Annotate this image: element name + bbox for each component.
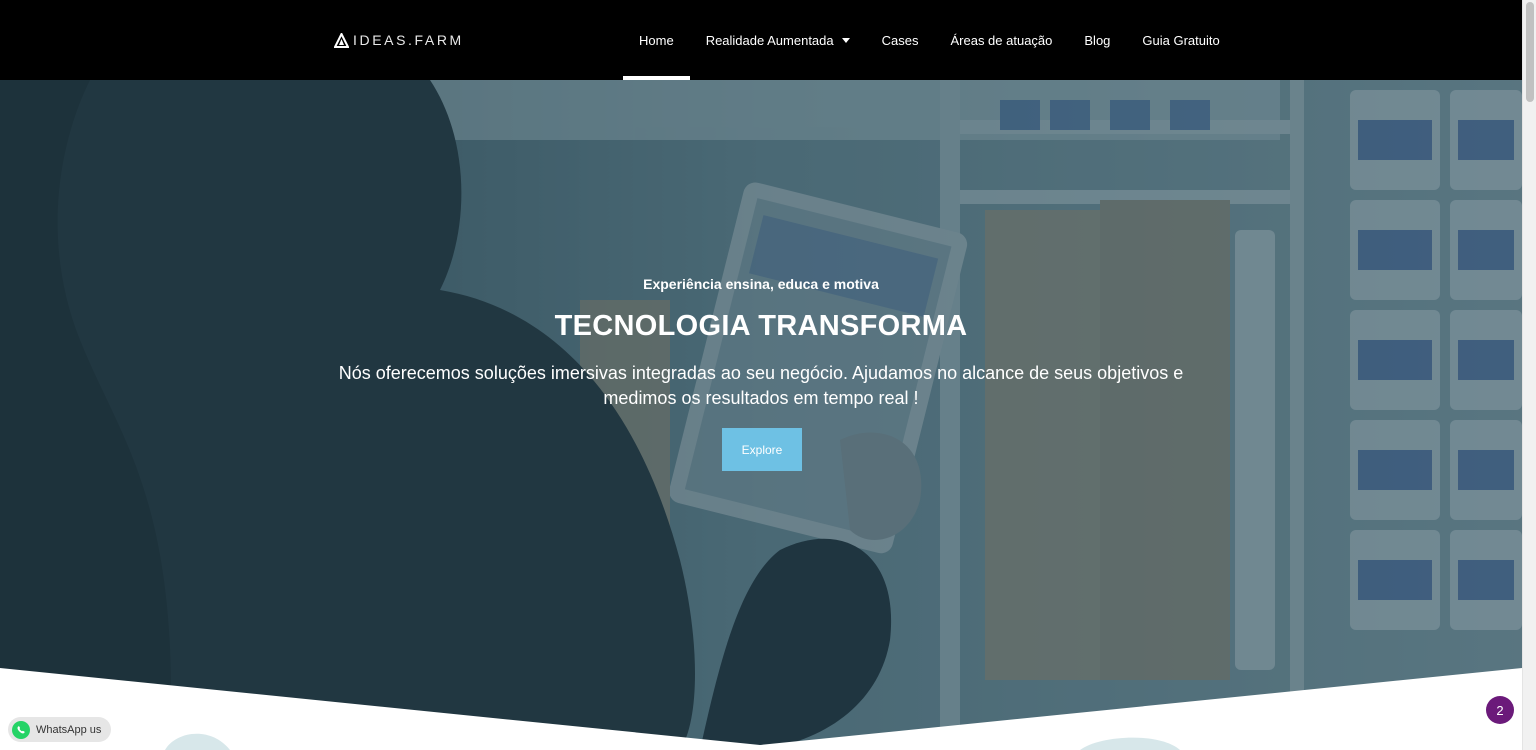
scrollbar-thumb[interactable] — [1526, 2, 1534, 102]
hero-background-image — [0, 80, 1522, 750]
page-scrollbar[interactable] — [1522, 0, 1536, 750]
caret-down-icon — [841, 38, 850, 43]
nav-label: Blog — [1084, 32, 1111, 48]
nav-item-home[interactable]: Home — [623, 0, 690, 80]
whatsapp-icon — [12, 720, 30, 739]
nav-label: Áreas de atuação — [950, 32, 1053, 48]
explore-button[interactable]: Explore — [722, 428, 802, 471]
nav-item-realidade-aumentada[interactable]: Realidade Aumentada — [690, 0, 866, 80]
whatsapp-button[interactable]: WhatsApp us — [8, 717, 112, 742]
hero-eyebrow: Experiência ensina, educa e motiva — [643, 276, 879, 292]
site-header: IDEAS.FARM Home Realidade Aumentada Case… — [0, 0, 1522, 80]
hero-title: TECNOLOGIA TRANSFORMA — [554, 310, 968, 342]
nav-label: Realidade Aumentada — [705, 32, 834, 48]
notification-badge[interactable]: 2 — [1486, 696, 1514, 724]
main-nav: Home Realidade Aumentada Cases Áreas de … — [623, 0, 1236, 80]
hero-section: Experiência ensina, educa e motiva TECNO… — [0, 80, 1522, 750]
nav-label: Cases — [881, 32, 919, 48]
logo-triangle-icon — [334, 32, 349, 48]
nav-item-cases[interactable]: Cases — [866, 0, 935, 80]
logo[interactable]: IDEAS.FARM — [334, 32, 464, 48]
nav-item-blog[interactable]: Blog — [1068, 0, 1126, 80]
nav-label: Home — [639, 32, 674, 48]
nav-item-guia-gratuito[interactable]: Guia Gratuito — [1126, 0, 1235, 80]
logo-text: IDEAS.FARM — [353, 32, 464, 48]
nav-label: Guia Gratuito — [1142, 32, 1220, 48]
hero-description: Nós oferecemos soluções imersivas integr… — [338, 363, 1184, 408]
whatsapp-label: WhatsApp us — [36, 723, 102, 736]
nav-item-areas-de-atuacao[interactable]: Áreas de atuação — [934, 0, 1068, 80]
